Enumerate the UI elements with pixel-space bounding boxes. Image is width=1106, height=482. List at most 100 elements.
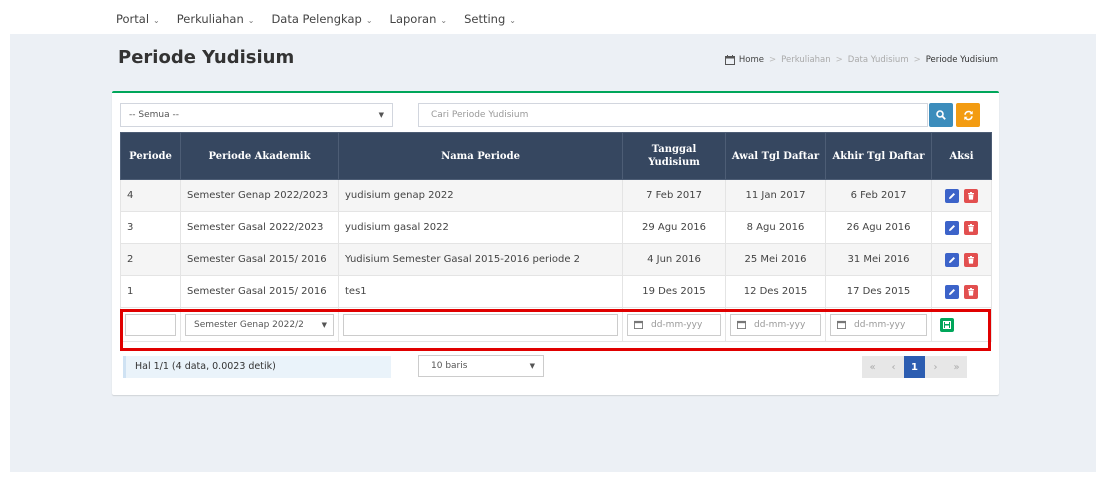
chevron-down-icon: ⌄ [365, 16, 373, 25]
breadcrumb-separator: > [835, 55, 843, 65]
chevron-down-icon: ⌄ [440, 16, 448, 25]
cell-awal: 11 Jan 2017 [725, 179, 826, 212]
first-page-button[interactable]: « [862, 356, 883, 378]
cell-akhir: 6 Feb 2017 [825, 179, 932, 212]
delete-button[interactable] [964, 252, 978, 267]
cell-periode: 3 [120, 211, 181, 244]
delete-button[interactable] [964, 188, 978, 203]
pagination-info: Hal 1/1 (4 data, 0.0023 detik) [123, 356, 391, 378]
cell-nama: yudisium gasal 2022 [338, 211, 623, 244]
breadcrumb-current: Periode Yudisium [925, 55, 998, 65]
main-menu: Portal ⌄ Perkuliahan ⌄ Data Pelengkap ⌄ Lap… [116, 12, 516, 26]
cell-periode: 2 [120, 243, 181, 276]
cell-tanggal: 19 Des 2015 [622, 275, 726, 308]
breadcrumb: Home > Perkuliahan > Data Yudisium > Per… [724, 55, 998, 65]
pagination: « ‹ 1 › » [862, 356, 967, 378]
cell-akademik: Semester Gasal 2022/2023 [180, 211, 339, 244]
refresh-icon [963, 110, 973, 120]
highlight-box [120, 309, 991, 351]
edit-button[interactable] [945, 252, 959, 267]
rows-per-page-select[interactable]: 10 baris ▼ [418, 355, 544, 377]
page-title: Periode Yudisium [118, 47, 295, 68]
menu-setting[interactable]: Setting ⌄ [464, 12, 516, 26]
refresh-button[interactable] [956, 103, 980, 127]
menu-perkuliahan[interactable]: Perkuliahan ⌄ [177, 12, 255, 26]
pencil-icon [949, 192, 955, 199]
col-header-awal[interactable]: Awal Tgl Daftar [725, 132, 826, 180]
filter-select-value: -- Semua -- [129, 110, 179, 120]
top-navbar: Portal ⌄ Perkuliahan ⌄ Data Pelengkap ⌄ Lap… [0, 0, 1106, 34]
col-header-akademik[interactable]: Periode Akademik [180, 132, 339, 180]
cell-awal: 25 Mei 2016 [725, 243, 826, 276]
cell-periode: 1 [120, 275, 181, 308]
cell-aksi [931, 179, 992, 212]
cell-tanggal: 4 Jun 2016 [622, 243, 726, 276]
cell-periode: 4 [120, 179, 181, 212]
trash-icon [968, 223, 974, 232]
chevron-down-icon: ⌄ [247, 16, 255, 25]
table-row[interactable]: 3 Semester Gasal 2022/2023 yudisium gasa… [120, 211, 992, 244]
menu-portal[interactable]: Portal ⌄ [116, 12, 160, 26]
cell-nama: yudisium genap 2022 [338, 179, 623, 212]
col-header-tanggal[interactable]: Tanggal Yudisium [622, 132, 726, 180]
cell-akhir: 26 Agu 2016 [825, 211, 932, 244]
delete-button[interactable] [964, 284, 978, 299]
table-row[interactable]: 2 Semester Gasal 2015/ 2016 Yudisium Sem… [120, 243, 992, 276]
page-1-button[interactable]: 1 [904, 356, 925, 378]
prev-page-button[interactable]: ‹ [883, 356, 904, 378]
rows-select-value: 10 baris [431, 361, 468, 371]
cell-akademik: Semester Genap 2022/2023 [180, 179, 339, 212]
periode-filter-select[interactable]: -- Semua -- ▼ [120, 103, 393, 127]
cell-tanggal: 7 Feb 2017 [622, 179, 726, 212]
menu-data-pelengkap-label: Data Pelengkap [271, 12, 362, 26]
search-button[interactable] [929, 103, 953, 127]
breadcrumb-perkuliahan[interactable]: Perkuliahan [781, 55, 831, 65]
col-header-akhir[interactable]: Akhir Tgl Daftar [825, 132, 932, 180]
calendar-icon [724, 55, 735, 65]
edit-button[interactable] [945, 284, 959, 299]
search-input[interactable]: Cari Periode Yudisium [418, 103, 928, 127]
cell-aksi [931, 211, 992, 244]
table-row[interactable]: 4 Semester Genap 2022/2023 yudisium gena… [120, 179, 992, 212]
cell-akhir: 31 Mei 2016 [825, 243, 932, 276]
breadcrumb-home[interactable]: Home [739, 55, 764, 65]
cell-awal: 12 Des 2015 [725, 275, 826, 308]
edit-button[interactable] [945, 188, 959, 203]
cell-aksi [931, 243, 992, 276]
cell-akademik: Semester Gasal 2015/ 2016 [180, 243, 339, 276]
cell-nama: tes1 [338, 275, 623, 308]
pencil-icon [949, 288, 955, 295]
table-row[interactable]: 1 Semester Gasal 2015/ 2016 tes1 19 Des … [120, 275, 992, 308]
breadcrumb-data-yudisium[interactable]: Data Yudisium [848, 55, 909, 65]
last-page-button[interactable]: » [946, 356, 967, 378]
menu-laporan[interactable]: Laporan ⌄ [390, 12, 448, 26]
dropdown-arrow-icon: ▼ [378, 111, 384, 119]
delete-button[interactable] [964, 220, 978, 235]
cell-akhir: 17 Des 2015 [825, 275, 932, 308]
pencil-icon [949, 256, 955, 263]
menu-data-pelengkap[interactable]: Data Pelengkap ⌄ [271, 12, 372, 26]
cell-awal: 8 Agu 2016 [725, 211, 826, 244]
cell-aksi [931, 275, 992, 308]
chevron-down-icon: ⌄ [509, 16, 516, 25]
menu-portal-label: Portal [116, 12, 150, 26]
trash-icon [968, 191, 974, 200]
cell-nama: Yudisium Semester Gasal 2015-2016 period… [338, 243, 623, 276]
col-header-nama[interactable]: Nama Periode [338, 132, 623, 180]
cell-akademik: Semester Gasal 2015/ 2016 [180, 275, 339, 308]
trash-icon [968, 255, 974, 264]
breadcrumb-separator: > [913, 55, 921, 65]
trash-icon [968, 287, 974, 296]
menu-laporan-label: Laporan [389, 12, 437, 26]
next-page-button[interactable]: › [925, 356, 946, 378]
cell-tanggal: 29 Agu 2016 [622, 211, 726, 244]
menu-setting-label: Setting [464, 12, 506, 26]
col-header-aksi: Aksi [931, 132, 992, 180]
menu-perkuliahan-label: Perkuliahan [176, 12, 244, 26]
breadcrumb-separator: > [769, 55, 777, 65]
table-header-row: Periode Periode Akademik Nama Periode Ta… [120, 132, 992, 180]
chevron-down-icon: ⌄ [153, 16, 160, 25]
edit-button[interactable] [945, 220, 959, 235]
col-header-periode[interactable]: Periode [120, 132, 181, 180]
search-placeholder: Cari Periode Yudisium [431, 110, 529, 120]
